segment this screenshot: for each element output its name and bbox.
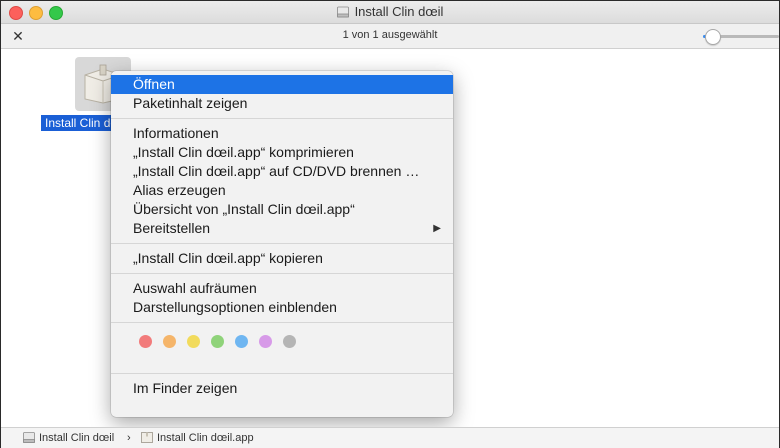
menu-item-get-info[interactable]: Informationen: [111, 124, 453, 143]
menu-separator: [111, 243, 453, 244]
content-area[interactable]: Install Clin dœil Öffnen Paketinhalt zei…: [1, 49, 779, 426]
disk-image-icon: [23, 432, 35, 443]
menu-separator: [111, 118, 453, 119]
file-name-label[interactable]: Install Clin dœil: [41, 115, 115, 131]
slider-knob[interactable]: [705, 29, 721, 45]
icon-size-slider[interactable]: [703, 29, 779, 45]
disk-image-icon: [336, 6, 349, 18]
context-menu: Öffnen Paketinhalt zeigen Informationen …: [111, 71, 453, 417]
toolbar: ✕ 1 von 1 ausgewählt: [1, 24, 779, 49]
tag-green[interactable]: [211, 335, 224, 348]
menu-item-show-in-finder[interactable]: Im Finder zeigen: [111, 379, 453, 398]
tag-orange[interactable]: [163, 335, 176, 348]
title-bar[interactable]: Install Clin dœil: [1, 1, 779, 24]
share-label: Bereitstellen: [133, 220, 211, 236]
menu-item-copy[interactable]: „Install Clin dœil.app“ kopieren: [111, 249, 453, 268]
tag-purple[interactable]: [259, 335, 272, 348]
tag-blue[interactable]: [235, 335, 248, 348]
path-item-app-label: Install Clin dœil.app: [157, 432, 254, 444]
tag-colors: [111, 328, 453, 354]
menu-item-make-alias[interactable]: Alias erzeugen: [111, 181, 453, 200]
menu-item-quick-look[interactable]: Übersicht von „Install Clin dœil.app“: [111, 200, 453, 219]
menu-item-show-view-options[interactable]: Darstellungsoptionen einblenden: [111, 298, 453, 317]
selection-status: 1 von 1 ausgewählt: [342, 29, 438, 41]
path-item-volume-label: Install Clin dœil: [39, 432, 115, 444]
tag-yellow[interactable]: [187, 335, 200, 348]
submenu-arrow-icon: ▶: [433, 223, 441, 234]
tag-red[interactable]: [139, 335, 152, 348]
menu-separator: [111, 322, 453, 323]
path-item-volume[interactable]: Install Clin dœil: [23, 428, 114, 448]
menu-item-open[interactable]: Öffnen: [111, 75, 453, 94]
menu-item-share[interactable]: Bereitstellen ▶: [111, 219, 453, 238]
menu-item-burn[interactable]: „Install Clin dœil.app“ auf CD/DVD brenn…: [111, 162, 453, 181]
window-title-container: Install Clin dœil: [1, 4, 779, 20]
app-package-icon: [141, 432, 153, 443]
menu-separator: [111, 373, 453, 374]
menu-separator: [111, 273, 453, 274]
path-item-app[interactable]: Install Clin dœil.app: [141, 428, 254, 448]
tag-gray[interactable]: [283, 335, 296, 348]
menu-item-compress[interactable]: „Install Clin dœil.app“ komprimieren: [111, 143, 453, 162]
window-title: Install Clin dœil: [354, 4, 444, 19]
menu-item-clean-up-selection[interactable]: Auswahl aufräumen: [111, 279, 453, 298]
path-separator: ›: [127, 432, 131, 444]
path-bar: Install Clin dœil › Install Clin dœil.ap…: [1, 427, 779, 448]
finder-window: Install Clin dœil ✕ 1 von 1 ausgewählt I…: [0, 0, 780, 448]
menu-item-show-package-contents[interactable]: Paketinhalt zeigen: [111, 94, 453, 113]
menu-spacer: [111, 354, 453, 368]
